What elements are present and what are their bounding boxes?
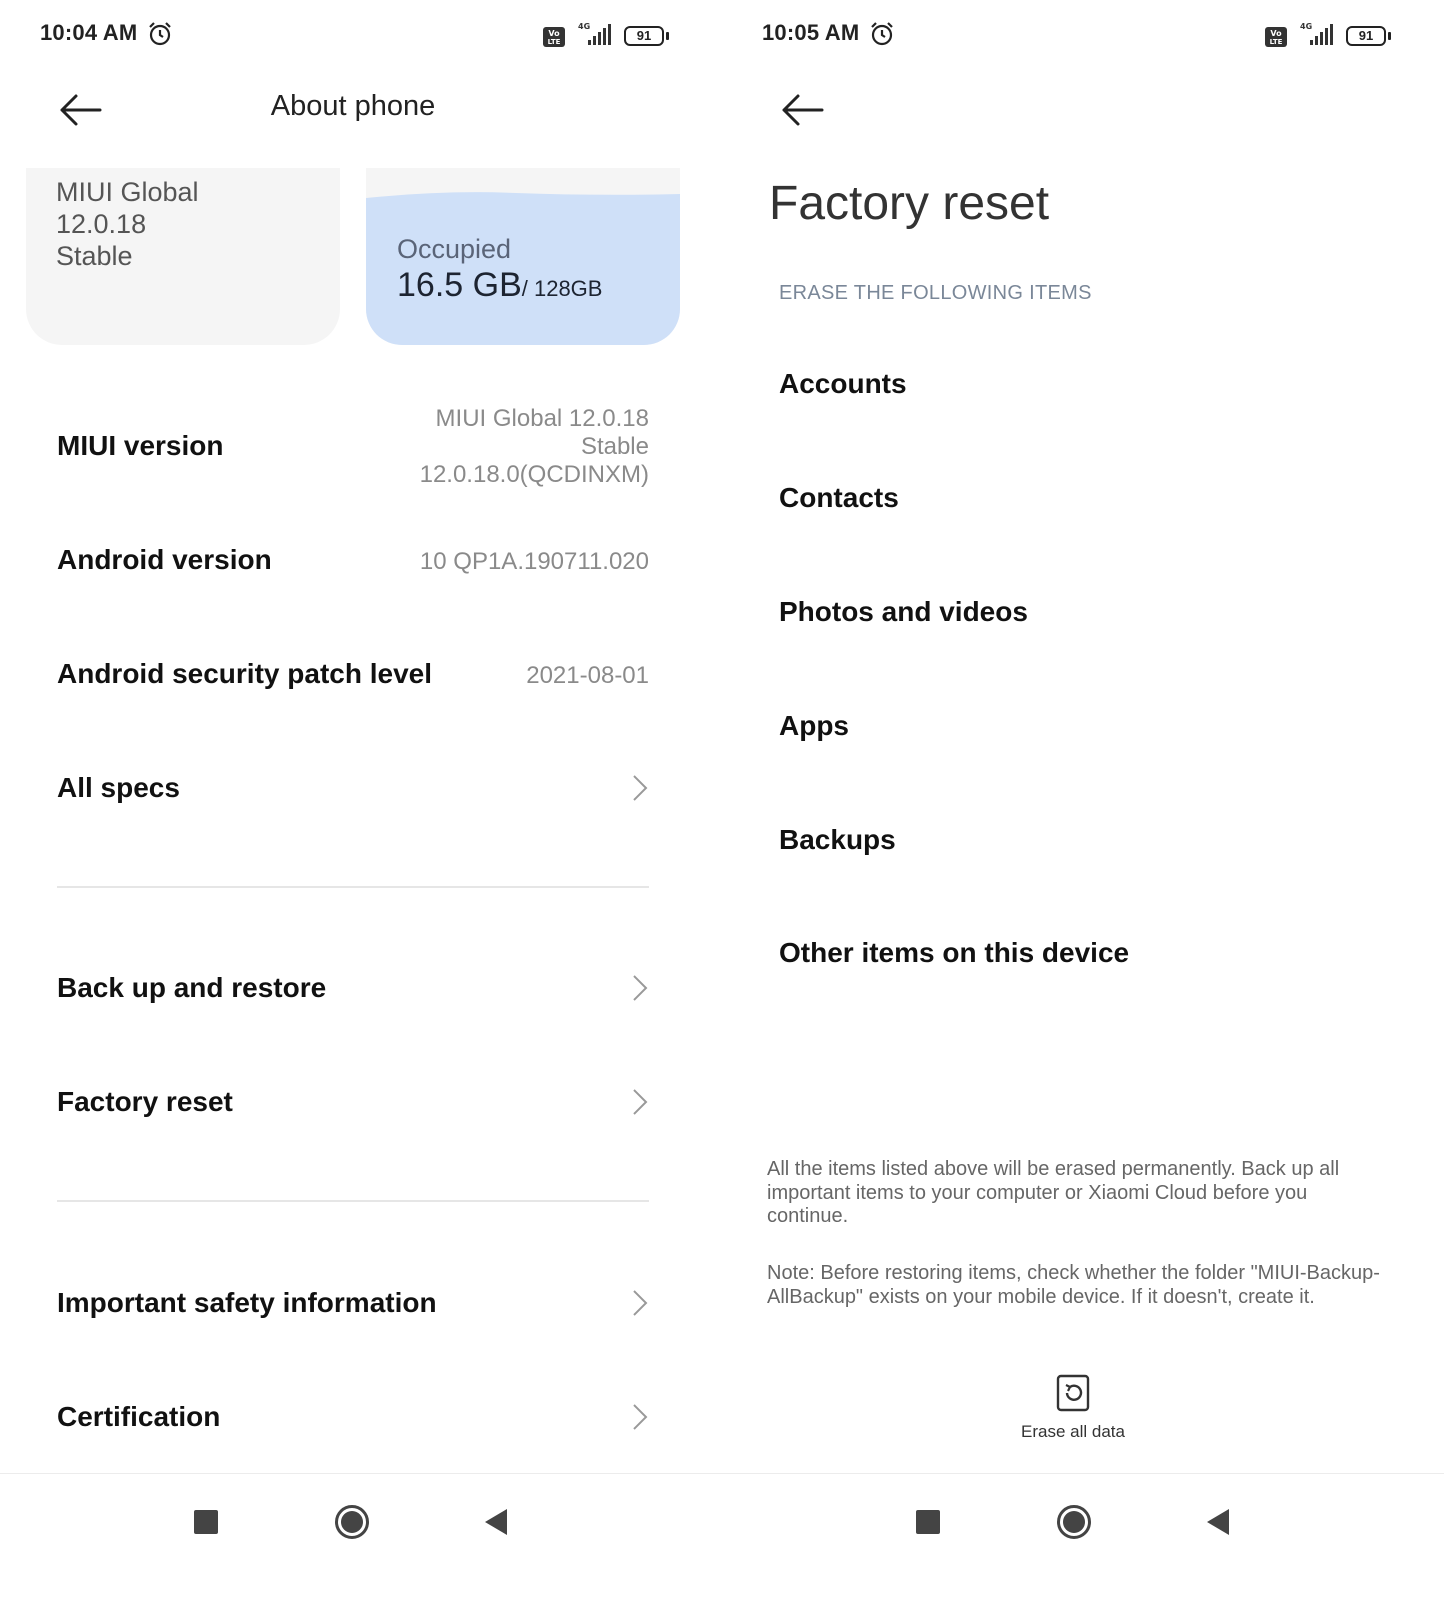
navigation-bar: [0, 1473, 722, 1600]
row-backup-restore[interactable]: Back up and restore: [57, 968, 649, 1018]
divider: [57, 886, 649, 888]
erase-all-data-button[interactable]: Erase all data: [1003, 1370, 1143, 1450]
erase-item: Contacts: [779, 482, 899, 513]
svg-text:4G: 4G: [1300, 22, 1312, 31]
section-heading: ERASE THE FOLLOWING ITEMS: [779, 282, 1092, 304]
storage-label: Occupied: [397, 234, 512, 264]
row-label: Back up and restore: [57, 972, 327, 1003]
chevron-right-icon: [633, 975, 648, 1001]
row-android-version[interactable]: Android version 10 QP1A.190711.020: [57, 540, 649, 590]
row-label: Important safety information: [57, 1287, 437, 1318]
storage-value: 16.5 GB/ 128GB: [397, 266, 602, 305]
row-label: Certification: [57, 1401, 221, 1432]
status-time: 10:05 AM: [762, 20, 860, 45]
row-certification[interactable]: Certification: [57, 1397, 649, 1447]
erase-item: Other items on this device: [779, 937, 1130, 968]
signal-icon: 4G: [578, 22, 611, 45]
battery-icon: 91: [624, 26, 664, 46]
svg-text:LTE: LTE: [1270, 38, 1283, 46]
chevron-right-icon: [633, 1089, 648, 1115]
row-value: 2021-08-01: [526, 662, 649, 689]
nav-recents-icon[interactable]: [194, 1510, 218, 1534]
signal-icon: 4G: [1300, 22, 1333, 45]
row-value: 10 QP1A.190711.020: [419, 548, 649, 575]
storage-card[interactable]: Occupied 16.5 GB/ 128GB: [366, 168, 680, 345]
nav-home-icon[interactable]: [1056, 1504, 1092, 1540]
chevron-right-icon: [633, 1290, 648, 1316]
nav-back-icon[interactable]: [483, 1507, 509, 1537]
volte-icon: Vo LTE: [1265, 27, 1287, 47]
erase-item: Photos and videos: [779, 596, 1028, 627]
battery-level: 91: [1358, 28, 1374, 43]
note-text: Note: Before restoring items, check whet…: [767, 1262, 1380, 1308]
nav-back-icon[interactable]: [1205, 1507, 1231, 1537]
alarm-icon: [149, 22, 171, 46]
volte-icon: Vo LTE: [543, 27, 565, 47]
page-title: About phone: [270, 90, 436, 122]
row-label: Factory reset: [57, 1086, 233, 1117]
miui-version-card[interactable]: MIUI Global 12.0.18 Stable: [26, 168, 340, 345]
row-security-patch[interactable]: Android security patch level 2021-08-01: [57, 654, 649, 704]
status-bar: 10:04 AM Vo LTE 4G 91: [0, 0, 722, 70]
erase-item: Accounts: [779, 368, 907, 399]
row-label: Android version: [57, 544, 272, 575]
row-label: MIUI version: [57, 430, 224, 461]
battery-tip: [1388, 32, 1391, 40]
row-value: MIUI Global 12.0.18 Stable 12.0.18.0(QCD…: [419, 405, 649, 488]
battery-level: 91: [636, 28, 652, 43]
right-content-layer: Factory reset ERASE THE FOLLOWING ITEMS …: [722, 0, 1444, 1600]
svg-text:LTE: LTE: [548, 38, 561, 46]
back-arrow-icon[interactable]: [778, 90, 824, 130]
warning-text: All the items listed above will be erase…: [767, 1158, 1340, 1227]
battery-icon: 91: [1346, 26, 1386, 46]
alarm-icon: [871, 22, 893, 46]
svg-text:Vo: Vo: [1270, 29, 1282, 38]
battery-tip: [666, 32, 669, 40]
row-all-specs[interactable]: All specs: [57, 768, 649, 818]
row-label: Android security patch level: [57, 658, 432, 689]
chevron-right-icon: [633, 775, 648, 801]
status-icons: Vo LTE 4G 91: [1264, 20, 1394, 50]
status-time: 10:04 AM: [40, 20, 138, 45]
divider: [57, 1200, 649, 1202]
erase-data-icon: [1056, 1374, 1090, 1412]
row-miui-version[interactable]: MIUI version MIUI Global 12.0.18 Stable …: [57, 400, 649, 495]
nav-home-icon[interactable]: [334, 1504, 370, 1540]
storage-used: 16.5 GB: [397, 266, 522, 304]
about-phone-screen: 10:04 AM Vo LTE 4G 91 About phone MIUI G…: [0, 0, 722, 1600]
miui-card-text: MIUI Global 12.0.18 Stable: [56, 177, 199, 271]
navigation-bar: [722, 1473, 1444, 1600]
svg-text:Vo: Vo: [548, 29, 560, 38]
status-icons: Vo LTE 4G 91: [542, 20, 672, 50]
page-title: Factory reset: [769, 177, 1050, 230]
status-bar: 10:05 AM Vo LTE 4G 91: [722, 0, 1444, 70]
chevron-right-icon: [633, 1404, 648, 1430]
nav-recents-icon[interactable]: [916, 1510, 940, 1534]
erase-item: Backups: [779, 824, 896, 855]
svg-text:4G: 4G: [578, 22, 590, 31]
row-safety-info[interactable]: Important safety information: [57, 1283, 649, 1333]
storage-total: / 128GB: [521, 276, 603, 301]
factory-reset-screen: 10:05 AM Vo LTE 4G 91 Factory reset ERAS…: [722, 0, 1444, 1600]
erase-item: Apps: [779, 710, 849, 741]
row-factory-reset[interactable]: Factory reset: [57, 1082, 649, 1132]
row-label: All specs: [57, 772, 180, 803]
erase-all-data-label: Erase all data: [1021, 1422, 1125, 1441]
